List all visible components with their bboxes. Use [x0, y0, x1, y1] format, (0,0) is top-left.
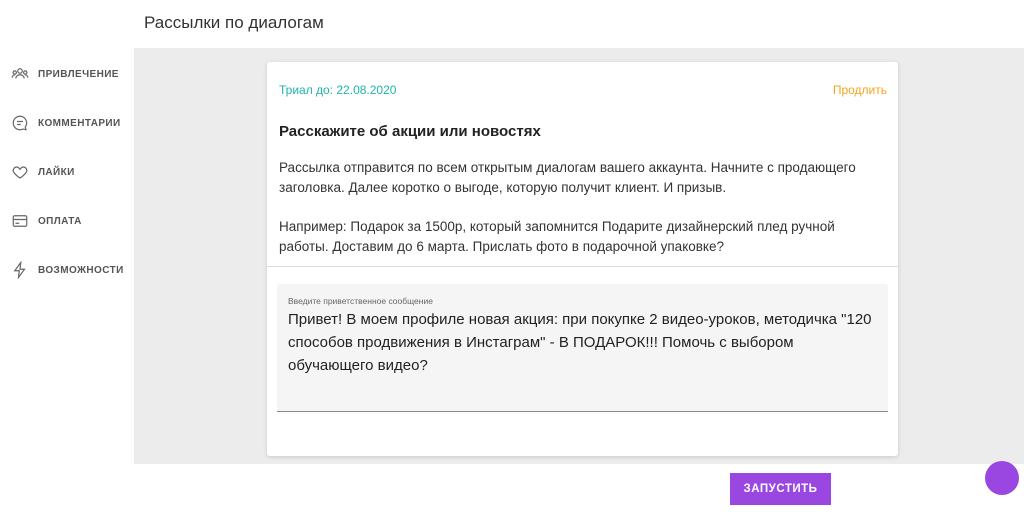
sidebar-item-label: ОПЛАТА [38, 215, 82, 227]
bottom-bar: ЗАПУСТИТЬ [0, 464, 1024, 512]
page-title: Рассылки по диалогам [144, 13, 324, 32]
comment-icon [10, 113, 30, 133]
field-label: Введите приветственное сообщение [288, 296, 433, 306]
trial-expiry-text: Триал до: 22.08.2020 [279, 83, 397, 97]
sidebar-item-label: ЛАЙКИ [38, 166, 75, 178]
sidebar-item-features[interactable]: ВОЗМОЖНОСТИ [0, 256, 134, 284]
help-chat-bubble[interactable] [985, 461, 1019, 495]
description-paragraph: Рассылка отправится по всем открытым диа… [279, 160, 856, 195]
divider [267, 266, 898, 267]
extend-link[interactable]: Продлить [833, 83, 887, 97]
credit-card-icon [10, 211, 30, 231]
card-description: Рассылка отправится по всем открытым диа… [279, 158, 879, 257]
top-bar: Рассылки по диалогам [0, 0, 1024, 48]
sidebar-item-payment[interactable]: ОПЛАТА [0, 207, 134, 235]
welcome-message-field[interactable]: Введите приветственное сообщение Привет!… [277, 284, 888, 412]
launch-button[interactable]: ЗАПУСТИТЬ [730, 473, 831, 505]
welcome-message-input[interactable]: Привет! В моем профиле новая акция: при … [288, 308, 878, 377]
sidebar-item-label: КОММЕНТАРИИ [38, 117, 121, 129]
sidebar-item-label: ВОЗМОЖНОСТИ [38, 264, 124, 276]
broadcast-card: Триал до: 22.08.2020 Продлить Расскажите… [267, 62, 898, 456]
sidebar-item-comments[interactable]: КОММЕНТАРИИ [0, 109, 134, 137]
description-example: Например: Подарок за 1500р, который запо… [279, 219, 835, 254]
lightning-icon [10, 260, 30, 280]
sidebar-item-likes[interactable]: ЛАЙКИ [0, 158, 134, 186]
card-heading: Расскажите об акции или новостях [279, 123, 541, 140]
sidebar: ПРИВЛЕЧЕНИЕ КОММЕНТАРИИ ЛАЙКИ ОПЛАТА ВОЗ… [0, 48, 134, 464]
users-icon [10, 64, 30, 84]
sidebar-item-attraction[interactable]: ПРИВЛЕЧЕНИЕ [0, 60, 134, 88]
sidebar-item-label: ПРИВЛЕЧЕНИЕ [38, 68, 119, 80]
heart-icon [10, 162, 30, 182]
